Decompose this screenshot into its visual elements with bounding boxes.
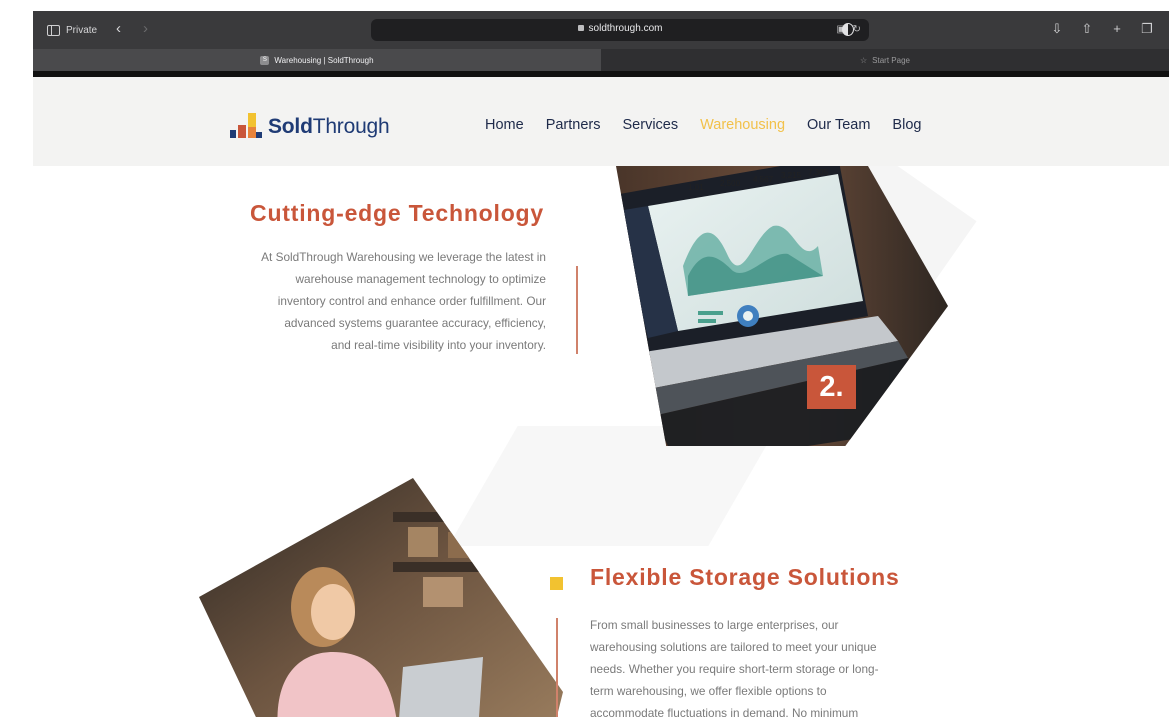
section-body-storage: From small businesses to large enterpris… <box>590 614 945 717</box>
body-line: warehousing solutions are tailored to me… <box>590 640 877 654</box>
laptop-dashboard-image: 1.01 2,500 4,567 3,215 7,305 <box>616 166 948 446</box>
step-badge: 2. <box>807 365 856 409</box>
private-indicator[interactable]: Private <box>47 22 97 38</box>
page-content: Cutting-edge Technology At SoldThrough W… <box>33 166 1169 717</box>
back-button[interactable]: ‹ <box>116 20 121 38</box>
dashboard-stat: 4,567 <box>753 175 774 184</box>
section-body-technology: At SoldThrough Warehousing we leverage t… <box>193 246 546 356</box>
accent-line <box>556 618 558 717</box>
privacy-shield-icon[interactable] <box>842 23 854 36</box>
tab-overview-icon[interactable]: ❐ <box>1139 21 1155 37</box>
nav-blog[interactable]: Blog <box>892 117 921 133</box>
main-nav: Home Partners Services Warehousing Our T… <box>485 117 943 133</box>
section-title-technology: Cutting-edge Technology <box>250 200 544 226</box>
body-line: needs. Whether you require short-term st… <box>590 662 879 676</box>
sidebar-toggle-icon[interactable] <box>47 24 60 36</box>
address-bar[interactable]: soldthrough.com ▣ ↻ <box>371 19 869 41</box>
tab-label: Warehousing | SoldThrough <box>274 55 374 65</box>
url-text: soldthrough.com <box>588 23 663 34</box>
nav-warehousing[interactable]: Warehousing <box>700 117 785 133</box>
site-favicon-icon: S <box>260 55 270 65</box>
forward-button[interactable]: › <box>143 20 148 38</box>
tab-start-page[interactable]: ☆ Start Page <box>601 49 1169 71</box>
site-logo[interactable]: SoldThrough <box>230 105 390 138</box>
nav-home[interactable]: Home <box>485 117 524 133</box>
body-line: At SoldThrough Warehousing we leverage t… <box>261 250 546 264</box>
logo-text: SoldThrough <box>268 115 390 138</box>
accent-square <box>550 577 563 590</box>
nav-our-team[interactable]: Our Team <box>807 117 870 133</box>
section-title-storage: Flexible Storage Solutions <box>590 564 900 590</box>
body-line: advanced systems guarantee accuracy, eff… <box>284 316 546 330</box>
site-header: SoldThrough Home Partners Services Wareh… <box>33 77 1169 166</box>
share-icon[interactable]: ⇧ <box>1079 21 1095 37</box>
body-line: term warehousing, we offer flexible opti… <box>590 684 827 698</box>
new-tab-icon[interactable]: + <box>1109 21 1125 37</box>
logo-bars-icon <box>230 105 262 138</box>
body-line: accommodate fluctuations in demand. No m… <box>590 706 859 717</box>
star-icon: ☆ <box>860 55 868 65</box>
browser-toolbar: Private ‹ › soldthrough.com ▣ ↻ ⇩ ⇧ + ❐ <box>33 11 1169 49</box>
woman-laptop-image <box>199 478 563 717</box>
nav-partners[interactable]: Partners <box>546 117 601 133</box>
toolbar-actions: ⇩ ⇧ + ❐ <box>1049 21 1155 37</box>
tab-label: Start Page <box>872 55 910 65</box>
dashboard-stat: 2,500 <box>720 179 741 188</box>
dashboard-stat: 3,215 <box>781 171 802 180</box>
body-line: and real-time visibility into your inven… <box>331 338 546 352</box>
tab-bar: S Warehousing | SoldThrough ☆ Start Page <box>33 49 1169 71</box>
download-icon[interactable]: ⇩ <box>1049 21 1065 37</box>
screenshot: Private ‹ › soldthrough.com ▣ ↻ ⇩ ⇧ + ❐ <box>0 0 1169 717</box>
nav-services[interactable]: Services <box>623 117 679 133</box>
dashboard-stat: 7,305 <box>808 168 829 177</box>
dashboard-stat: 1.01 <box>688 183 704 192</box>
url-display: soldthrough.com <box>371 23 869 34</box>
body-line: warehouse management technology to optim… <box>295 272 546 286</box>
body-line: From small businesses to large enterpris… <box>590 618 839 632</box>
private-label: Private <box>66 24 98 36</box>
body-line: inventory control and enhance order fulf… <box>277 294 546 308</box>
lock-icon <box>577 25 584 31</box>
tab-warehousing[interactable]: S Warehousing | SoldThrough <box>33 49 601 71</box>
browser-chrome: Private ‹ › soldthrough.com ▣ ↻ ⇩ ⇧ + ❐ <box>33 11 1169 77</box>
